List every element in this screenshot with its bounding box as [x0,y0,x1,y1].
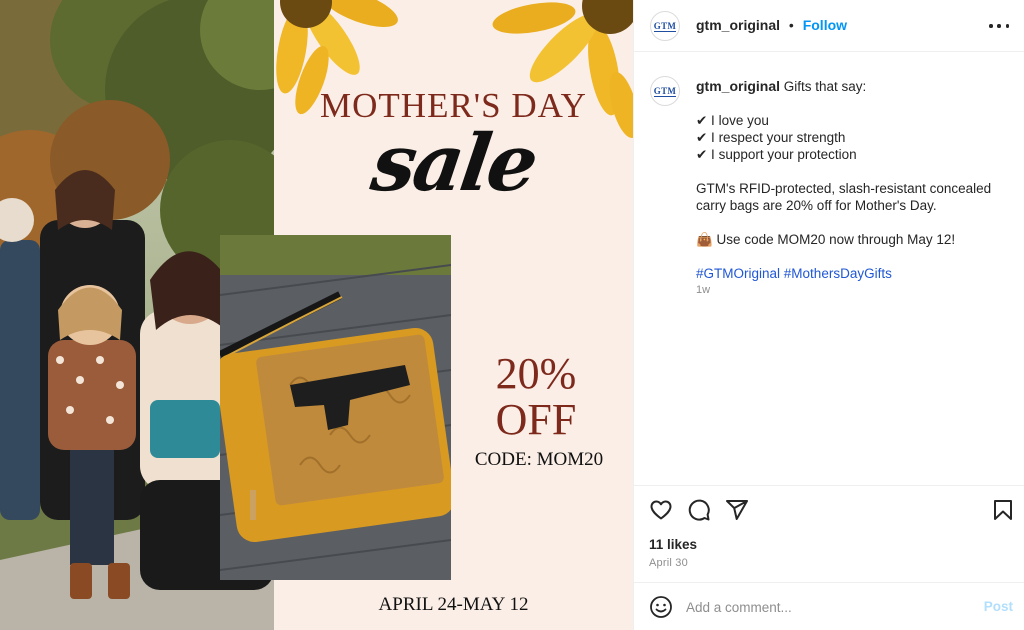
share-icon[interactable] [725,498,749,522]
emoji-icon[interactable] [649,595,673,619]
caption-age: 1w [696,284,711,296]
follow-button[interactable]: Follow [803,17,847,33]
comment-bar: Post [634,582,1024,630]
discount-off: OFF [495,395,577,444]
caption-line: ✔ I support your protection [696,147,857,162]
hashtag-link[interactable]: #GTMOriginal [696,266,780,281]
caption-promo: 👜 Use code MOM20 now through May 12! [696,232,956,247]
caption-avatar[interactable]: GTM [650,76,680,106]
caption-line: ✔ I love you [696,113,769,128]
avatar-logo: GTM [653,20,677,32]
caption-username[interactable]: gtm_original [696,78,780,94]
header-username[interactable]: gtm_original [696,17,780,33]
post-header: GTM gtm_original • Follow [634,0,1024,52]
post-date: April 30 [649,557,688,569]
post-caption: gtm_original Gifts that say: ✔ I love yo… [696,78,1011,299]
caption-line: ✔ I respect your strength [696,130,846,145]
promo-code: CODE: MOM20 [474,449,604,470]
likes-count[interactable]: 11 likes [649,537,697,552]
header-user: gtm_original • Follow [696,17,847,33]
hashtag-link[interactable]: #MothersDayGifts [784,266,892,281]
avatar[interactable]: GTM [650,11,680,41]
caption-body: GTM's RFID-protected, slash-resistant co… [696,181,992,213]
product-photo [220,235,451,580]
post-comment-button[interactable]: Post [984,599,1013,614]
bookmark-icon[interactable] [991,498,1015,522]
heart-icon[interactable] [649,498,673,522]
comment-input[interactable] [686,593,966,621]
caption-intro: Gifts that say: [783,79,867,94]
post-image[interactable]: MOTHER'S DAY sale 20% OFF CODE: MOM20 AP… [0,0,633,630]
comment-icon[interactable] [687,498,711,522]
post-panel: GTM gtm_original • Follow GTM gtm_origin… [633,0,1024,630]
caption-avatar-logo: GTM [653,85,677,97]
separator-dot: • [788,17,794,33]
action-bar: 11 likes April 30 [634,485,1024,582]
discount-percent: 20% [495,349,577,398]
sale-dates: APRIL 24-MAY 12 [378,594,529,615]
more-options-icon[interactable] [989,16,1009,36]
sale-script-word: sale [366,118,541,209]
